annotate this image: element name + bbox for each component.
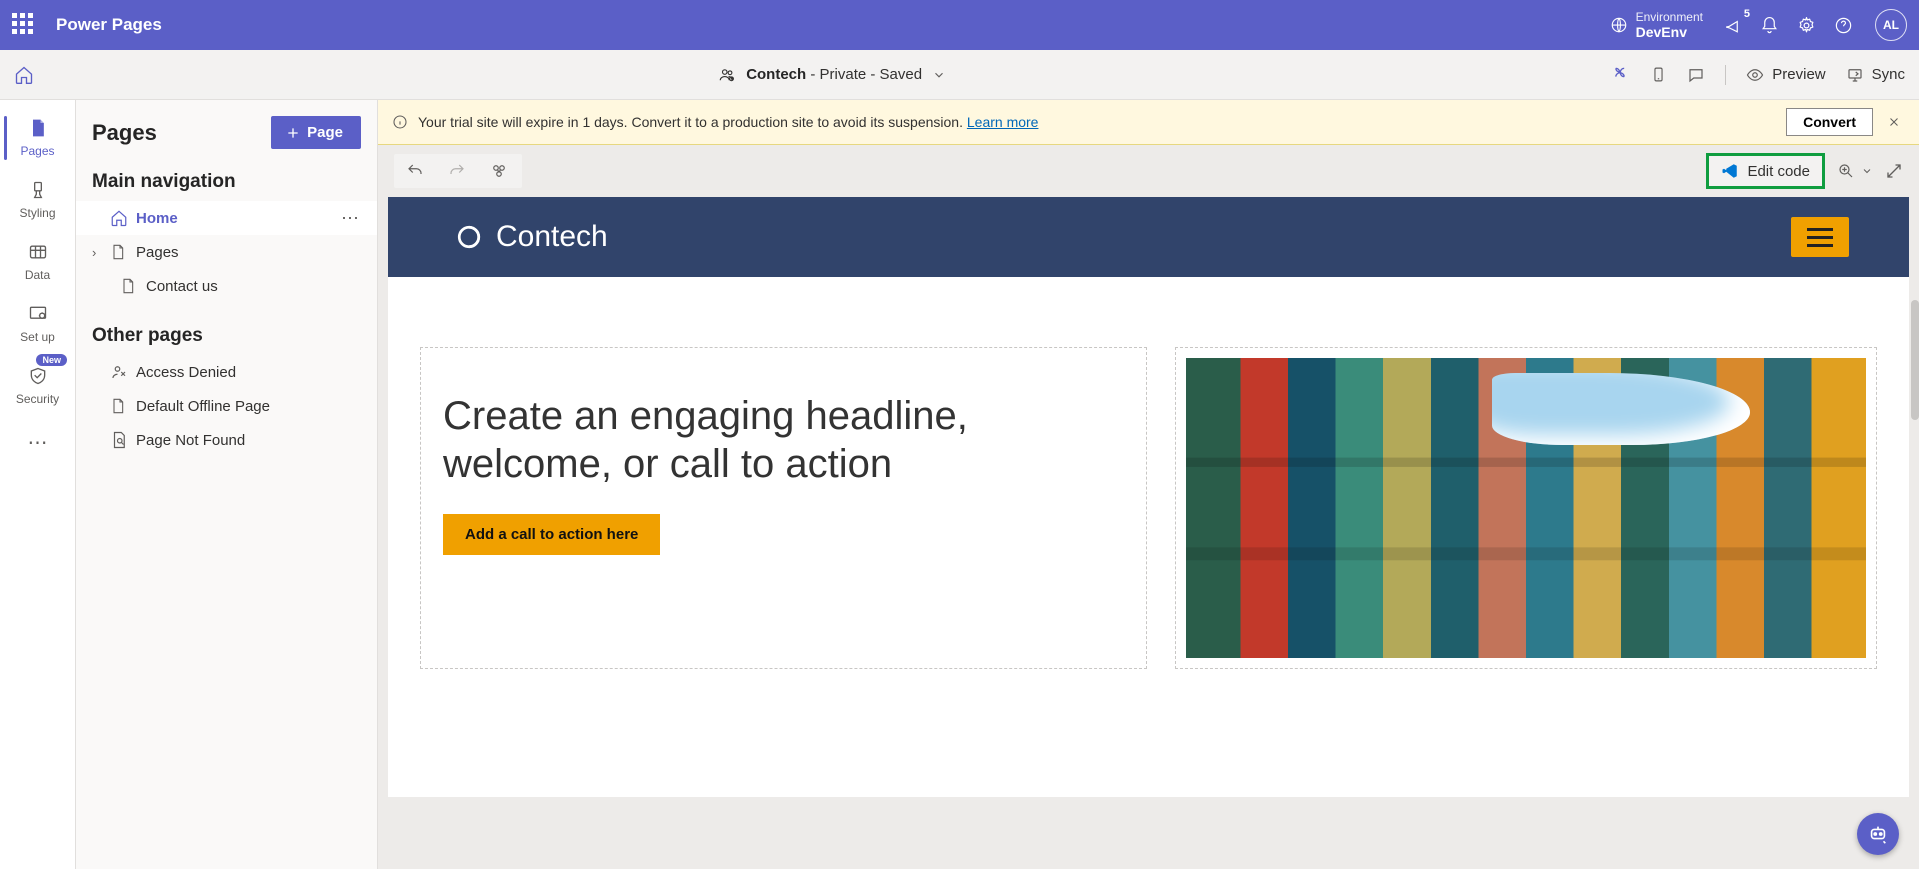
zoom-icon bbox=[1837, 162, 1855, 180]
eye-icon bbox=[1746, 66, 1764, 84]
preview-cta-button[interactable]: Add a call to action here bbox=[443, 514, 660, 555]
edit-code-button[interactable]: Edit code bbox=[1706, 153, 1825, 189]
page-item-offline[interactable]: Default Offline Page bbox=[76, 389, 377, 423]
design-canvas: Your trial site will expire in 1 days. C… bbox=[378, 100, 1919, 869]
home-icon[interactable] bbox=[14, 65, 34, 85]
people-icon bbox=[718, 66, 736, 84]
preview-hero[interactable]: Create an engaging headline, welcome, or… bbox=[388, 277, 1909, 709]
panel-title: Pages bbox=[92, 120, 157, 146]
undo-icon bbox=[406, 162, 424, 180]
copilot-icon[interactable] bbox=[1610, 65, 1630, 85]
chevron-down-icon[interactable] bbox=[932, 68, 946, 82]
person-denied-icon bbox=[110, 363, 128, 381]
section-main-nav: Main navigation bbox=[76, 163, 377, 197]
logo-icon bbox=[456, 224, 482, 250]
expand-icon bbox=[1885, 162, 1903, 180]
preview-button[interactable]: Preview bbox=[1746, 66, 1825, 84]
mobile-preview-icon[interactable] bbox=[1650, 66, 1667, 83]
setup-icon bbox=[28, 304, 48, 324]
preview-hero-text[interactable]: Create an engaging headline, welcome, or… bbox=[420, 347, 1147, 669]
hero-image-placeholder[interactable] bbox=[1186, 358, 1867, 658]
page-icon bbox=[28, 117, 48, 139]
globe-icon bbox=[1610, 16, 1628, 34]
rail-item-styling[interactable]: Styling bbox=[0, 168, 75, 230]
environment-value: DevEnv bbox=[1636, 24, 1703, 40]
chevron-down-icon bbox=[1861, 165, 1873, 177]
preview-header[interactable]: Contech bbox=[388, 197, 1909, 277]
preview-headline[interactable]: Create an engaging headline, welcome, or… bbox=[443, 392, 1124, 488]
section-other-pages: Other pages bbox=[76, 317, 377, 351]
vscode-icon bbox=[1721, 162, 1739, 180]
chat-bubble-button[interactable] bbox=[1857, 813, 1899, 855]
table-icon bbox=[28, 242, 48, 262]
components-icon bbox=[490, 162, 508, 180]
page-item-pages[interactable]: › Pages bbox=[76, 235, 377, 269]
trial-warning-banner: Your trial site will expire in 1 days. C… bbox=[378, 100, 1919, 145]
site-name-status[interactable]: Contech - Private - Saved bbox=[746, 66, 922, 83]
close-icon[interactable] bbox=[1883, 111, 1905, 133]
sync-button[interactable]: Sync bbox=[1846, 66, 1905, 84]
learn-more-link[interactable]: Learn more bbox=[967, 114, 1039, 130]
feedback-icon[interactable] bbox=[1687, 66, 1705, 84]
rail-item-data[interactable]: Data bbox=[0, 230, 75, 292]
rail-item-setup[interactable]: Set up bbox=[0, 292, 75, 354]
plus-icon bbox=[285, 125, 301, 141]
rail-item-security[interactable]: New Security bbox=[0, 354, 75, 416]
preview-hero-image[interactable] bbox=[1175, 347, 1878, 669]
page-item-not-found[interactable]: Page Not Found bbox=[76, 423, 377, 457]
preview-menu-button[interactable] bbox=[1791, 217, 1849, 257]
app-topbar: Power Pages Environment DevEnv 5 AL bbox=[0, 0, 1919, 50]
redo-button[interactable] bbox=[436, 154, 478, 188]
app-launcher-icon[interactable] bbox=[12, 13, 36, 37]
brush-icon bbox=[28, 180, 48, 200]
rail-item-pages[interactable]: Pages bbox=[0, 106, 75, 168]
rail-more-button[interactable]: ⋯ bbox=[28, 416, 48, 469]
scrollbar[interactable] bbox=[1911, 300, 1919, 420]
page-icon bbox=[110, 397, 126, 415]
undo-button[interactable] bbox=[394, 154, 436, 188]
bot-icon bbox=[1867, 823, 1889, 845]
canvas-toolbar: Edit code bbox=[378, 145, 1919, 197]
notifications-icon[interactable] bbox=[1760, 16, 1779, 35]
announcements-icon[interactable]: 5 bbox=[1723, 16, 1742, 35]
shield-icon bbox=[28, 366, 48, 386]
page-item-contact[interactable]: Contact us bbox=[76, 269, 377, 303]
home-icon bbox=[110, 209, 128, 227]
environment-label: Environment bbox=[1636, 11, 1703, 24]
components-button[interactable] bbox=[478, 154, 522, 188]
other-pages-tree: Access Denied Default Offline Page Page … bbox=[76, 351, 377, 461]
page-item-access-denied[interactable]: Access Denied bbox=[76, 355, 377, 389]
zoom-control[interactable] bbox=[1837, 162, 1873, 180]
environment-picker[interactable]: Environment DevEnv bbox=[1610, 11, 1703, 40]
page-item-home[interactable]: Home bbox=[76, 201, 377, 235]
preview-logo[interactable]: Contech bbox=[456, 220, 608, 254]
fullscreen-button[interactable] bbox=[1885, 162, 1903, 180]
page-icon bbox=[110, 243, 126, 261]
pages-panel: Pages Page Main navigation Home › Pages … bbox=[76, 100, 378, 869]
notification-count-badge: 5 bbox=[1744, 8, 1750, 20]
new-badge: New bbox=[36, 354, 67, 366]
help-icon[interactable] bbox=[1834, 16, 1853, 35]
add-page-button[interactable]: Page bbox=[271, 116, 361, 149]
info-icon bbox=[392, 114, 408, 130]
left-rail: Pages Styling Data Set up New Security ⋯ bbox=[0, 100, 76, 869]
page-search-icon bbox=[110, 431, 128, 449]
banner-message: Your trial site will expire in 1 days. C… bbox=[418, 114, 1776, 130]
redo-icon bbox=[448, 162, 466, 180]
site-toolbar: Contech - Private - Saved Preview Sync bbox=[0, 50, 1919, 100]
site-preview[interactable]: Contech Create an engaging headline, wel… bbox=[388, 197, 1909, 797]
brand-title: Power Pages bbox=[56, 15, 162, 35]
user-avatar[interactable]: AL bbox=[1875, 9, 1907, 41]
sync-icon bbox=[1846, 66, 1864, 84]
convert-button[interactable]: Convert bbox=[1786, 108, 1873, 136]
main-nav-tree: Home › Pages Contact us bbox=[76, 197, 377, 307]
page-icon bbox=[120, 277, 136, 295]
settings-icon[interactable] bbox=[1797, 16, 1816, 35]
chevron-right-icon[interactable]: › bbox=[92, 245, 110, 260]
